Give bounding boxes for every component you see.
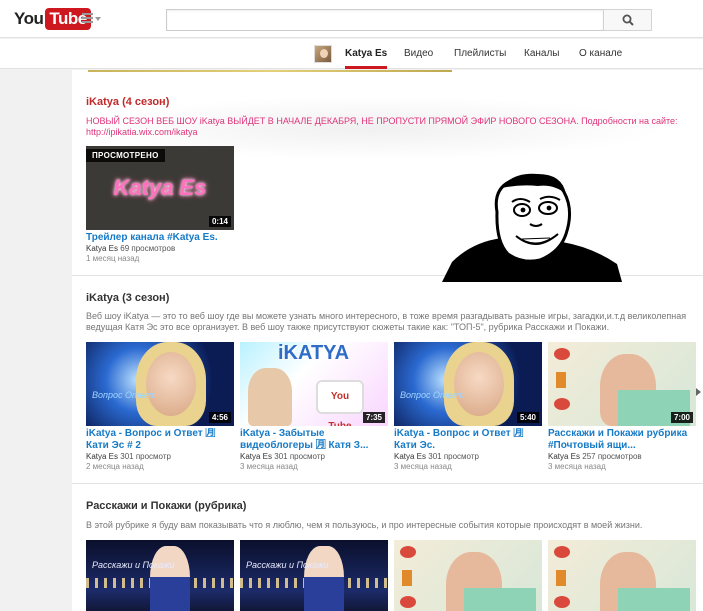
- video-card[interactable]: Katya Es ПРОСМОТРЕНО 0:14 Трейлер канала…: [86, 146, 234, 264]
- video-date: 3 месяца назад: [394, 462, 452, 471]
- video-thumbnail[interactable]: [394, 540, 542, 611]
- video-views: 301 просмотр: [274, 452, 325, 461]
- thumb-brand-art: iKATYA: [278, 342, 350, 364]
- tab-about[interactable]: О канале: [579, 39, 622, 69]
- tab-videos[interactable]: Видео: [404, 39, 433, 69]
- meme-face-illustration: [442, 173, 622, 282]
- video-date: 1 месяц назад: [86, 254, 140, 263]
- shelf-season-3: iKatya (3 сезон) Веб шоу iKatya — это то…: [72, 276, 703, 484]
- youtube-logo-art: You Tube: [316, 380, 364, 426]
- video-card[interactable]: Расскажи и Покажи: [240, 540, 388, 611]
- video-meta: Katya Es 69 просмотров: [86, 244, 234, 254]
- video-owner[interactable]: Katya Es: [240, 452, 272, 461]
- shelf-title[interactable]: Расскажи и Покажи (рубрика): [86, 500, 246, 512]
- thumb-caption: Вопрос Ответ: [92, 390, 157, 400]
- tab-playlists[interactable]: Плейлисты: [454, 39, 506, 69]
- video-title[interactable]: iKatya - Забытые видеоблогеры 🈷 Катя З..…: [240, 428, 388, 452]
- video-meta: Katya Es 301 просмотр: [86, 452, 234, 462]
- video-card[interactable]: Вопрос Ответ 5:40 iKatya - Вопрос и Отве…: [394, 342, 542, 472]
- video-title[interactable]: iKatya - Вопрос и Ответ 🈷 Кати Эс.: [394, 428, 542, 452]
- guide-menu-button[interactable]: [82, 13, 102, 25]
- search-input[interactable]: [166, 9, 604, 31]
- video-title[interactable]: iKatya - Вопрос и Ответ 🈷 Кати Эс # 2: [86, 428, 234, 452]
- shelf-description: НОВЫЙ СЕЗОН ВЕБ ШОУ iKatya ВЫЙДЕТ В НАЧА…: [86, 116, 678, 137]
- shelf-title[interactable]: iKatya (4 сезон): [86, 96, 169, 108]
- shelf-season-4: iKatya (4 сезон) НОВЫЙ СЕЗОН ВЕБ ШОУ iKa…: [72, 82, 703, 282]
- video-thumbnail[interactable]: Вопрос Ответ 4:56: [86, 342, 234, 426]
- shelf-show-and-tell: Расскажи и Покажи (рубрика) В этой рубри…: [72, 484, 703, 611]
- caret-down-icon: [95, 17, 101, 21]
- channel-avatar[interactable]: [314, 45, 332, 63]
- thumb-caption: Вопрос Ответ: [400, 390, 465, 400]
- video-thumbnail[interactable]: 7:00: [548, 342, 696, 426]
- youtube-logo[interactable]: You Tube: [14, 8, 91, 30]
- video-duration: 7:35: [362, 412, 385, 423]
- video-meta: Katya Es 257 просмотров: [548, 452, 696, 462]
- watched-badge: ПРОСМОТРЕНО: [86, 149, 165, 162]
- video-thumbnail[interactable]: Расскажи и Покажи: [86, 540, 234, 611]
- video-date: 2 месяца назад: [86, 462, 144, 471]
- video-card[interactable]: Вопрос Ответ 4:56 iKatya - Вопрос и Отве…: [86, 342, 234, 472]
- channel-nav: Katya Es Видео Плейлисты Каналы О канале: [0, 39, 703, 69]
- video-duration: 0:14: [208, 216, 231, 227]
- video-thumbnail[interactable]: iKATYA You Tube 7:35: [240, 342, 388, 426]
- video-date: 3 месяца назад: [548, 462, 606, 471]
- thumb-caption: Расскажи и Покажи: [246, 560, 329, 570]
- video-owner[interactable]: Katya Es: [394, 452, 426, 461]
- video-card[interactable]: 7:00 Расскажи и Покажи рубрика #Почтовый…: [548, 342, 696, 472]
- video-views: 69 просмотров: [120, 244, 176, 253]
- video-card[interactable]: [548, 540, 696, 611]
- masthead: You Tube: [0, 0, 703, 38]
- video-card[interactable]: [394, 540, 542, 611]
- tab-channel-home[interactable]: Katya Es: [345, 39, 388, 69]
- video-card[interactable]: iKATYA You Tube 7:35 iKatya - Забытые ви…: [240, 342, 388, 472]
- video-duration: 5:40: [516, 412, 539, 423]
- video-owner[interactable]: Katya Es: [548, 452, 580, 461]
- shelf-next-arrow[interactable]: [696, 388, 701, 396]
- hamburger-icon: [82, 13, 93, 25]
- video-owner[interactable]: Katya Es: [86, 452, 118, 461]
- video-date: 3 месяца назад: [240, 462, 298, 471]
- video-views: 301 просмотр: [120, 452, 171, 461]
- banner-strip: [88, 70, 452, 72]
- video-thumbnail[interactable]: Katya Es ПРОСМОТРЕНО 0:14: [86, 146, 234, 230]
- thumb-caption: Расскажи и Покажи: [92, 560, 175, 570]
- shelf-description: Веб шоу iKatya — это то веб шоу где вы м…: [86, 311, 687, 332]
- video-thumbnail[interactable]: Расскажи и Покажи: [240, 540, 388, 611]
- thumb-title-art: Katya Es: [113, 175, 207, 200]
- video-title[interactable]: Расскажи и Покажи рубрика #Почтовый ящи.…: [548, 428, 696, 452]
- video-meta: Katya Es 301 просмотр: [394, 452, 542, 462]
- logo-you: You: [14, 9, 44, 28]
- search-button[interactable]: [603, 9, 652, 31]
- video-views: 301 просмотр: [428, 452, 479, 461]
- search-icon: [622, 14, 634, 26]
- shelf-description: В этой рубрике я буду вам показывать что…: [86, 520, 643, 530]
- video-thumbnail[interactable]: Вопрос Ответ 5:40: [394, 342, 542, 426]
- channel-content: iKatya (4 сезон) НОВЫЙ СЕЗОН ВЕБ ШОУ iKa…: [72, 70, 703, 611]
- video-thumbnail[interactable]: [548, 540, 696, 611]
- video-duration: 7:00: [670, 412, 693, 423]
- video-card[interactable]: Расскажи и Покажи: [86, 540, 234, 611]
- video-duration: 4:56: [208, 412, 231, 423]
- tab-channels[interactable]: Каналы: [524, 39, 560, 69]
- video-owner[interactable]: Katya Es: [86, 244, 118, 253]
- video-title[interactable]: Трейлер канала #Katya Es.: [86, 232, 234, 244]
- video-views: 257 просмотров: [582, 452, 642, 461]
- video-meta: Katya Es 301 просмотр: [240, 452, 388, 462]
- shelf-title[interactable]: iKatya (3 сезон): [86, 292, 169, 304]
